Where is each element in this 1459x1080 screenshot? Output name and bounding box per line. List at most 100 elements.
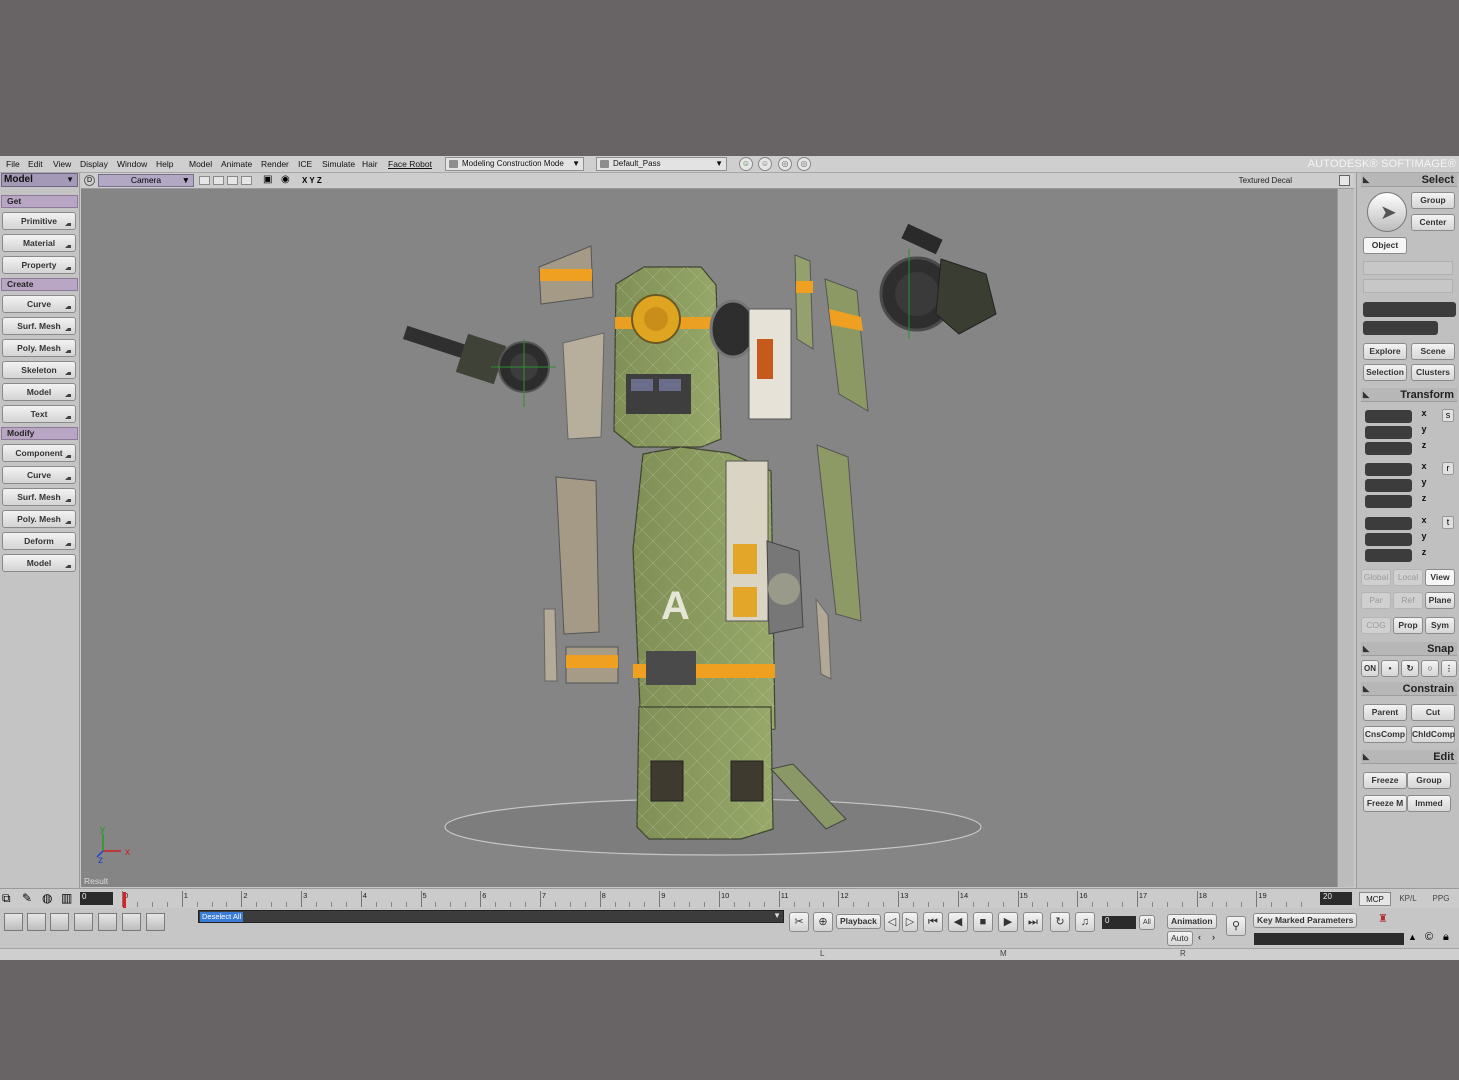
snap-section-header[interactable]: Snap xyxy=(1361,642,1457,656)
snap-curve-icon[interactable]: ↻ xyxy=(1401,660,1419,677)
camera-select[interactable]: Camera ▼ xyxy=(98,174,194,187)
preview-icon[interactable]: ☺ xyxy=(758,157,772,171)
layout-icon[interactable]: ⧉ xyxy=(2,891,11,906)
animation-menu-button[interactable]: Animation xyxy=(1167,914,1217,929)
layout-split-icon[interactable] xyxy=(122,913,141,931)
prop-button[interactable]: Prop xyxy=(1393,617,1423,634)
3d-viewport[interactable]: A x y z Result xyxy=(81,189,1337,887)
cog-button[interactable]: COG xyxy=(1361,617,1391,634)
toolbar-mode-select[interactable]: Model ▼ xyxy=(1,173,78,187)
create-text-button[interactable]: Text xyxy=(2,405,76,423)
constrain-cut-button[interactable]: Cut xyxy=(1411,704,1455,721)
menu-ice[interactable]: ICE xyxy=(298,159,312,169)
go-to-end-icon[interactable]: ⏭ xyxy=(1023,912,1043,932)
menu-face-robot[interactable]: Face Robot xyxy=(388,159,432,169)
menu-window[interactable]: Window xyxy=(117,159,147,169)
current-frame-field[interactable]: 0 xyxy=(1102,916,1136,929)
construction-mode-select[interactable]: Modeling Construction Mode ▼ xyxy=(445,157,584,171)
menu-simulate[interactable]: Simulate xyxy=(322,159,355,169)
rotate-x-field[interactable] xyxy=(1365,463,1412,476)
scene-button[interactable]: Scene xyxy=(1411,343,1455,360)
menu-hair[interactable]: Hair xyxy=(362,159,378,169)
freeze-m-button[interactable]: Freeze M xyxy=(1363,795,1407,812)
play-icon[interactable]: ▶ xyxy=(998,912,1018,932)
audio-icon[interactable]: ♫ xyxy=(1075,912,1095,932)
modify-deform-button[interactable]: Deform xyxy=(2,532,76,550)
constrain-chldcomp-button[interactable]: ChldComp xyxy=(1411,726,1455,743)
layout-top-icon[interactable] xyxy=(27,913,46,931)
playback-menu-button[interactable]: Playback xyxy=(836,914,881,929)
layout-side-icon[interactable] xyxy=(74,913,93,931)
scale-x-field[interactable] xyxy=(1365,410,1412,423)
prev-arrow-icon[interactable]: ‹ xyxy=(1198,932,1201,942)
create-poly-mesh-button[interactable]: Poly. Mesh xyxy=(2,339,76,357)
chevron-up-icon[interactable]: ▲ xyxy=(1408,932,1417,942)
modify-poly-mesh-button[interactable]: Poly. Mesh xyxy=(2,510,76,528)
filter-field[interactable] xyxy=(1363,261,1453,275)
constrain-parent-button[interactable]: Parent xyxy=(1363,704,1407,721)
modify-model-button[interactable]: Model xyxy=(2,554,76,572)
global-mode-button[interactable]: Global xyxy=(1361,569,1391,586)
lock-icon[interactable]: 🔒︎ xyxy=(1443,931,1449,944)
menu-animate[interactable]: Animate xyxy=(221,159,252,169)
brush-icon[interactable]: ✎ xyxy=(22,891,32,905)
render-region-icon[interactable]: ☺ xyxy=(739,157,753,171)
rotate-z-field[interactable] xyxy=(1365,495,1412,508)
edit-group-button[interactable]: Group xyxy=(1407,772,1451,789)
view-toggle-icon[interactable] xyxy=(213,176,224,185)
run-script-icon[interactable]: ⊕ xyxy=(813,912,833,932)
tab-mcp[interactable]: MCP xyxy=(1359,892,1391,906)
modify-curve-button[interactable]: Curve xyxy=(2,466,76,484)
create-model-button[interactable]: Model xyxy=(2,383,76,401)
selection-field[interactable] xyxy=(1363,302,1456,317)
step-back-icon[interactable]: ◀ xyxy=(948,912,968,932)
create-skeleton-button[interactable]: Skeleton xyxy=(2,361,76,379)
globe-icon[interactable]: ◍ xyxy=(42,891,52,905)
menu-model[interactable]: Model xyxy=(189,159,212,169)
start-frame-field[interactable]: 0 xyxy=(80,892,113,905)
viewport-letter-icon[interactable]: D xyxy=(84,175,95,186)
maximize-viewport-icon[interactable] xyxy=(1339,175,1350,186)
viewport-side-bar[interactable] xyxy=(1337,189,1354,887)
selection-button[interactable]: Selection xyxy=(1363,364,1407,381)
tab-kpl[interactable]: KP/L xyxy=(1392,892,1424,906)
explore-button[interactable]: Explore xyxy=(1363,343,1407,360)
translate-z-field[interactable] xyxy=(1365,549,1412,562)
eye-icon[interactable]: ◉ xyxy=(281,174,290,185)
capture-icon[interactable]: ◎ xyxy=(778,157,792,171)
get-material-button[interactable]: Material xyxy=(2,234,76,252)
constrain-section-header[interactable]: Constrain xyxy=(1361,682,1457,696)
translate-y-field[interactable] xyxy=(1365,533,1412,546)
layout-bottom-icon[interactable] xyxy=(50,913,69,931)
filter-field[interactable] xyxy=(1363,279,1453,293)
view-toggle-icon[interactable] xyxy=(227,176,238,185)
select-group-button[interactable]: Group xyxy=(1411,192,1455,209)
scale-z-field[interactable] xyxy=(1365,442,1412,455)
view-toggle-icon[interactable] xyxy=(199,176,210,185)
snap-grid-icon[interactable]: ⋮ xyxy=(1441,660,1457,677)
menu-help[interactable]: Help xyxy=(156,159,173,169)
loop-icon[interactable]: ↻ xyxy=(1050,912,1070,932)
constrain-cnscomp-button[interactable]: CnsComp xyxy=(1363,726,1407,743)
ref-mode-button[interactable]: Ref xyxy=(1393,592,1423,609)
select-center-button[interactable]: Center xyxy=(1411,214,1455,231)
stop-icon[interactable]: ■ xyxy=(973,912,993,932)
rotate-button[interactable]: r xyxy=(1442,462,1454,475)
camera-icon[interactable]: ▣ xyxy=(263,174,272,185)
select-section-header[interactable]: Select xyxy=(1361,173,1457,187)
layout-single-icon[interactable] xyxy=(4,913,23,931)
freeze-button[interactable]: Freeze xyxy=(1363,772,1407,789)
book-icon[interactable]: ▥ xyxy=(61,891,72,905)
get-property-button[interactable]: Property xyxy=(2,256,76,274)
flipbook-icon[interactable]: ◎ xyxy=(797,157,811,171)
all-button[interactable]: All xyxy=(1139,915,1155,930)
key-marked-parameters-button[interactable]: Key Marked Parameters xyxy=(1253,913,1358,928)
go-to-start-icon[interactable]: ⏮ xyxy=(923,912,943,932)
create-curve-button[interactable]: Curve xyxy=(2,295,76,313)
section-create[interactable]: Create xyxy=(1,278,78,291)
modify-component-button[interactable]: Component xyxy=(2,444,76,462)
sym-button[interactable]: Sym xyxy=(1425,617,1455,634)
par-mode-button[interactable]: Par xyxy=(1361,592,1391,609)
layout-custom-icon[interactable] xyxy=(146,913,165,931)
view-toggle-icon[interactable] xyxy=(241,176,252,185)
